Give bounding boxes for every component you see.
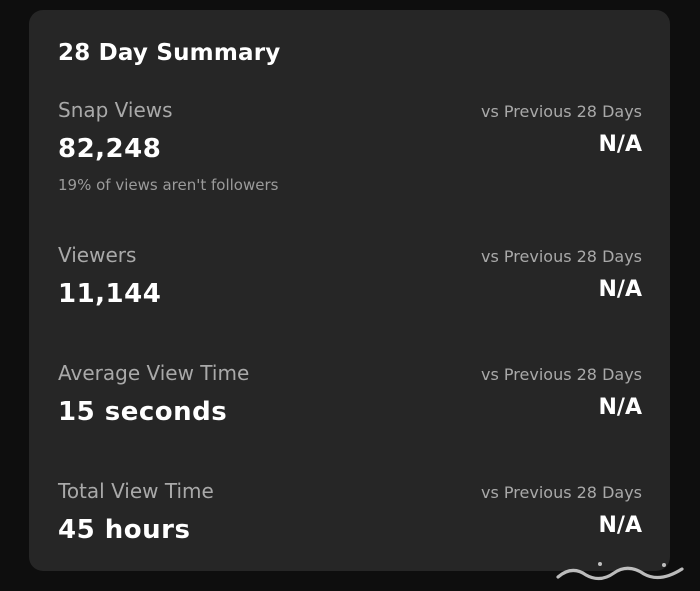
metric-label: Viewers xyxy=(58,243,137,267)
haraj-logo-watermark-icon xyxy=(556,562,684,581)
metric-compare-label: vs Previous 28 Days xyxy=(481,483,642,502)
metric-label: Total View Time xyxy=(58,479,214,503)
metric-compare-value: N/A xyxy=(598,395,642,420)
metric-compare-value: N/A xyxy=(598,277,642,302)
metric-value: 15 seconds xyxy=(58,397,228,427)
metric-value: 11,144 xyxy=(58,279,162,309)
screen: 28 Day Summary Snap Views 82,248 vs Prev… xyxy=(0,0,700,591)
metric-value: 82,248 xyxy=(58,134,162,164)
metric-compare-label: vs Previous 28 Days xyxy=(481,247,642,266)
metric-compare-label: vs Previous 28 Days xyxy=(481,365,642,384)
metric-label: Average View Time xyxy=(58,361,250,385)
metric-note: 19% of views aren't followers xyxy=(58,176,279,194)
summary-card: 28 Day Summary Snap Views 82,248 vs Prev… xyxy=(29,10,670,571)
metric-compare-value: N/A xyxy=(598,132,642,157)
metric-compare-value: N/A xyxy=(598,513,642,538)
metric-compare-label: vs Previous 28 Days xyxy=(481,102,642,121)
card-title: 28 Day Summary xyxy=(58,40,281,66)
metric-value: 45 hours xyxy=(58,515,191,545)
metric-label: Snap Views xyxy=(58,98,173,122)
